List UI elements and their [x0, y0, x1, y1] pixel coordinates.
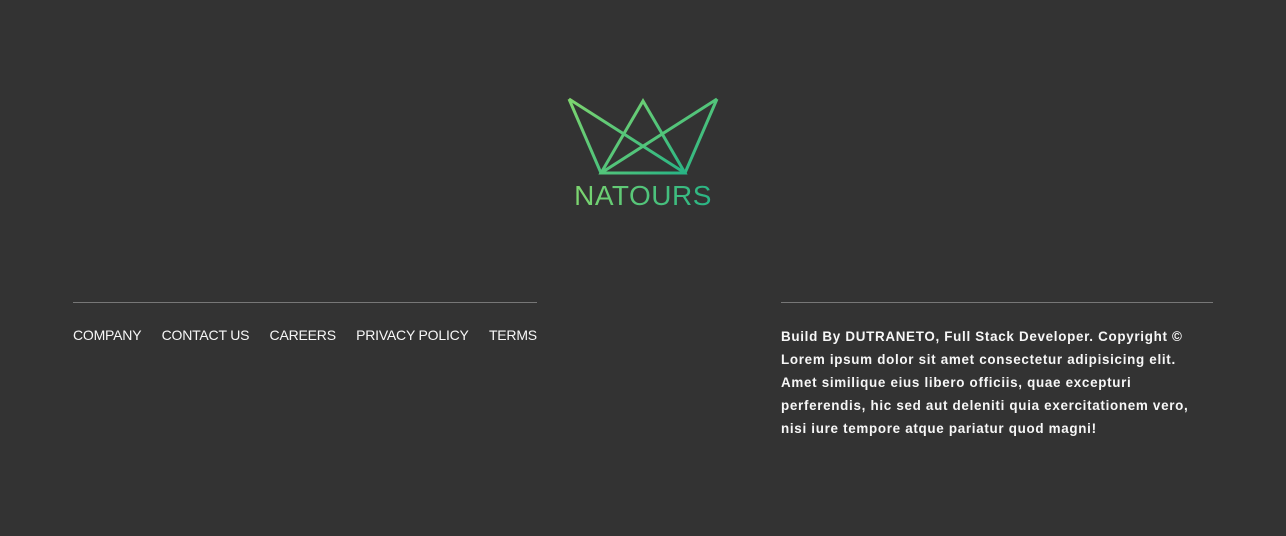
footer-nav-item-contact-us: CONTACT US: [162, 327, 250, 345]
footer-nav-item-terms: TERMS: [489, 327, 537, 345]
footer: NATOURS COMPANY CONTACT US CAREERS PRIVA…: [0, 0, 1286, 536]
copyright-text: Build By DUTRANETO, Full Stack Developer…: [781, 302, 1213, 440]
footer-link-company[interactable]: COMPANY: [73, 327, 142, 343]
footer-link-privacy-policy[interactable]: PRIVACY POLICY: [356, 327, 469, 343]
logo-box: NATOURS: [0, 96, 1286, 210]
footer-link-contact-us[interactable]: CONTACT US: [162, 327, 250, 343]
footer-link-terms[interactable]: TERMS: [489, 327, 537, 343]
footer-nav-item-careers: CAREERS: [270, 327, 336, 345]
crown-icon: [567, 97, 719, 175]
footer-navigation: COMPANY CONTACT US CAREERS PRIVACY POLIC…: [73, 302, 537, 345]
footer-nav-item-privacy-policy: PRIVACY POLICY: [356, 327, 469, 345]
footer-nav-item-company: COMPANY: [73, 327, 142, 345]
footer-link-careers[interactable]: CAREERS: [270, 327, 336, 343]
logo-text: NATOURS: [574, 180, 712, 211]
footer-nav-list: COMPANY CONTACT US CAREERS PRIVACY POLIC…: [73, 327, 537, 345]
